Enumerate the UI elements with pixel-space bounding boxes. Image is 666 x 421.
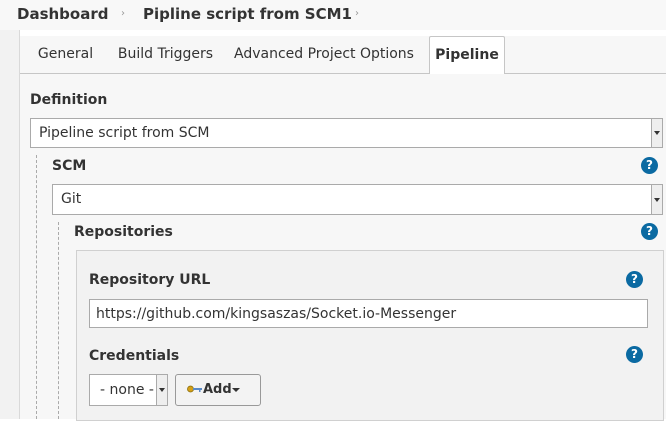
question-mark-icon[interactable]: ? [626, 271, 643, 288]
caret-down-icon [232, 388, 240, 392]
repository-url-label: Repository URL [89, 272, 211, 288]
question-mark-icon[interactable]: ? [641, 223, 658, 240]
key-icon [187, 385, 202, 393]
definition-select[interactable]: Pipeline script from SCM [30, 118, 663, 148]
chevron-down-icon [651, 119, 662, 147]
scm-select[interactable]: Git [52, 184, 663, 215]
definition-select-value: Pipeline script from SCM [39, 125, 210, 141]
definition-label: Definition [30, 92, 108, 108]
scm-select-value: Git [61, 191, 82, 207]
nesting-guide [58, 222, 59, 419]
breadcrumb: Dashboard › Pipline script from SCM1 › [0, 0, 666, 30]
tab-general[interactable]: General [30, 36, 101, 73]
tab-build-triggers[interactable]: Build Triggers [115, 36, 216, 73]
question-mark-icon[interactable]: ? [641, 157, 658, 174]
breadcrumb-separator[interactable]: › [355, 8, 359, 19]
credentials-select-value: - none - [100, 382, 154, 398]
chevron-down-icon [651, 185, 662, 214]
tab-pipeline[interactable]: Pipeline [429, 36, 505, 75]
repository-url-input[interactable] [89, 299, 648, 328]
chevron-down-icon [156, 375, 167, 405]
credentials-label: Credentials [89, 348, 180, 364]
scm-label: SCM [52, 158, 87, 174]
breadcrumb-separator: › [121, 8, 125, 19]
add-button-label: Add [203, 382, 232, 397]
config-tab-bar: General Build Triggers Advanced Project … [20, 36, 666, 75]
nesting-guide [36, 155, 37, 419]
breadcrumb-dashboard-link[interactable]: Dashboard [17, 5, 108, 23]
credentials-select[interactable]: - none - [89, 374, 168, 406]
breadcrumb-job-link[interactable]: Pipline script from SCM1 [143, 5, 352, 23]
side-panel-edge [0, 30, 20, 419]
question-mark-icon[interactable]: ? [626, 346, 643, 363]
repositories-label: Repositories [74, 224, 173, 240]
tab-advanced-project-options[interactable]: Advanced Project Options [234, 36, 414, 73]
add-credentials-button[interactable]: Add [175, 374, 261, 406]
